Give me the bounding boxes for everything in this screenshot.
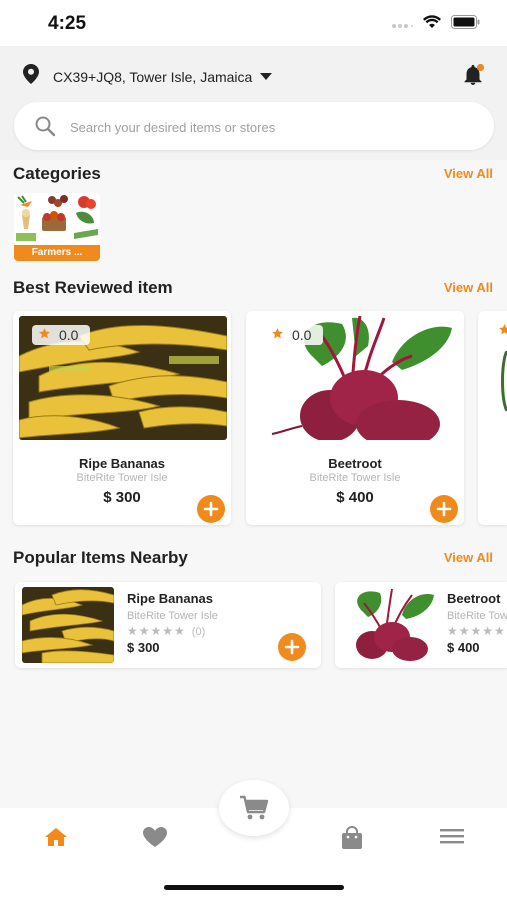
popular-item-price: $ 300 xyxy=(127,640,160,655)
rating-value: 0.0 xyxy=(59,327,79,343)
product-store: BiteRite Tower Isle xyxy=(76,472,168,484)
home-icon xyxy=(45,828,67,846)
popular-item-store: BiteRite Tower Isle xyxy=(127,610,218,622)
rating-value: 0.0 xyxy=(292,327,312,343)
categories-title: Categories xyxy=(13,164,101,183)
status-time: 4:25 xyxy=(48,13,87,34)
plus-icon xyxy=(203,501,219,517)
search-bar[interactable] xyxy=(14,102,494,150)
popular-item-name: Ripe Bananas xyxy=(127,591,213,606)
product-image-bananas: 0.0 xyxy=(19,316,227,440)
location-text: CX39+JQ8, Tower Isle, Jamaica xyxy=(53,68,253,85)
nav-home[interactable] xyxy=(44,826,68,853)
category-tile-farmers[interactable]: Farmers ... xyxy=(14,193,100,261)
category-label: Farmers ... xyxy=(14,245,100,261)
product-name: Beetroot xyxy=(328,456,382,471)
categories-view-all-link[interactable]: View All xyxy=(444,166,493,181)
product-image-partial xyxy=(501,351,507,411)
header: CX39+JQ8, Tower Isle, Jamaica xyxy=(0,46,507,160)
star-icon xyxy=(498,323,507,341)
star-icon xyxy=(38,327,51,343)
product-name: Ripe Bananas xyxy=(79,456,165,471)
plus-icon xyxy=(284,639,300,655)
popular-item-beetroot[interactable]: Beetroot BiteRite Tower Isle ★★★★★ $ 400 xyxy=(335,582,507,668)
popular-image-bananas xyxy=(22,587,114,663)
bell-icon xyxy=(461,63,485,91)
caret-down-icon xyxy=(260,73,273,80)
product-card-partial[interactable] xyxy=(478,311,507,525)
popular-image-beetroot xyxy=(342,587,434,663)
battery-icon xyxy=(451,15,481,34)
heart-icon xyxy=(143,827,167,847)
product-card-beetroot[interactable]: 0.0 Beetroot BiteRite Tower Isle $ 400 xyxy=(246,311,464,525)
notification-button[interactable] xyxy=(461,63,485,92)
star-rating: ★★★★★ xyxy=(447,624,506,638)
best-reviewed-view-all-link[interactable]: View All xyxy=(444,280,493,295)
popular-title: Popular Items Nearby xyxy=(13,548,188,567)
nav-orders[interactable] xyxy=(341,825,363,855)
popular-item-store: BiteRite Tower Isle xyxy=(447,610,507,622)
add-to-cart-button[interactable] xyxy=(197,495,225,523)
rating-badge: 0.0 xyxy=(265,325,323,345)
location-pin-icon xyxy=(23,64,39,89)
add-to-cart-button[interactable] xyxy=(430,495,458,523)
best-reviewed-title: Best Reviewed item xyxy=(13,278,173,297)
add-to-cart-button[interactable] xyxy=(278,633,306,661)
popular-item-name: Beetroot xyxy=(447,591,501,606)
star-rating: ★★★★★ (0) xyxy=(127,624,205,638)
farmers-produce-image xyxy=(14,193,100,245)
rating-badge: 0.0 xyxy=(32,325,90,345)
nav-menu[interactable] xyxy=(439,826,465,851)
location-selector[interactable]: CX39+JQ8, Tower Isle, Jamaica xyxy=(23,64,273,89)
menu-icon xyxy=(440,829,464,844)
search-icon xyxy=(34,115,56,142)
product-store: BiteRite Tower Isle xyxy=(309,472,401,484)
home-indicator xyxy=(164,885,344,890)
product-card-bananas[interactable]: 0.0 Ripe Bananas BiteRite Tower Isle $ 3… xyxy=(13,311,231,525)
popular-item-price: $ 400 xyxy=(447,640,480,655)
status-bar: 4:25 xyxy=(0,0,507,46)
search-input[interactable] xyxy=(68,114,472,140)
plus-icon xyxy=(436,501,452,517)
popular-item-bananas[interactable]: Ripe Bananas BiteRite Tower Isle ★★★★★ (0… xyxy=(15,582,321,668)
star-icon xyxy=(271,327,284,343)
bag-icon xyxy=(342,825,362,849)
wifi-icon xyxy=(423,15,441,34)
star-rating-icons: ★★★★★ xyxy=(447,624,506,638)
cart-icon xyxy=(240,795,269,820)
cart-button[interactable] xyxy=(219,780,289,836)
product-image-beetroot: 0.0 xyxy=(252,316,460,440)
popular-view-all-link[interactable]: View All xyxy=(444,550,493,565)
nav-favorites[interactable] xyxy=(142,826,168,853)
signal-icon xyxy=(391,16,413,34)
rating-count: (0) xyxy=(191,626,206,638)
star-rating-icons: ★★★★★ xyxy=(127,624,186,638)
status-icons xyxy=(391,15,481,34)
